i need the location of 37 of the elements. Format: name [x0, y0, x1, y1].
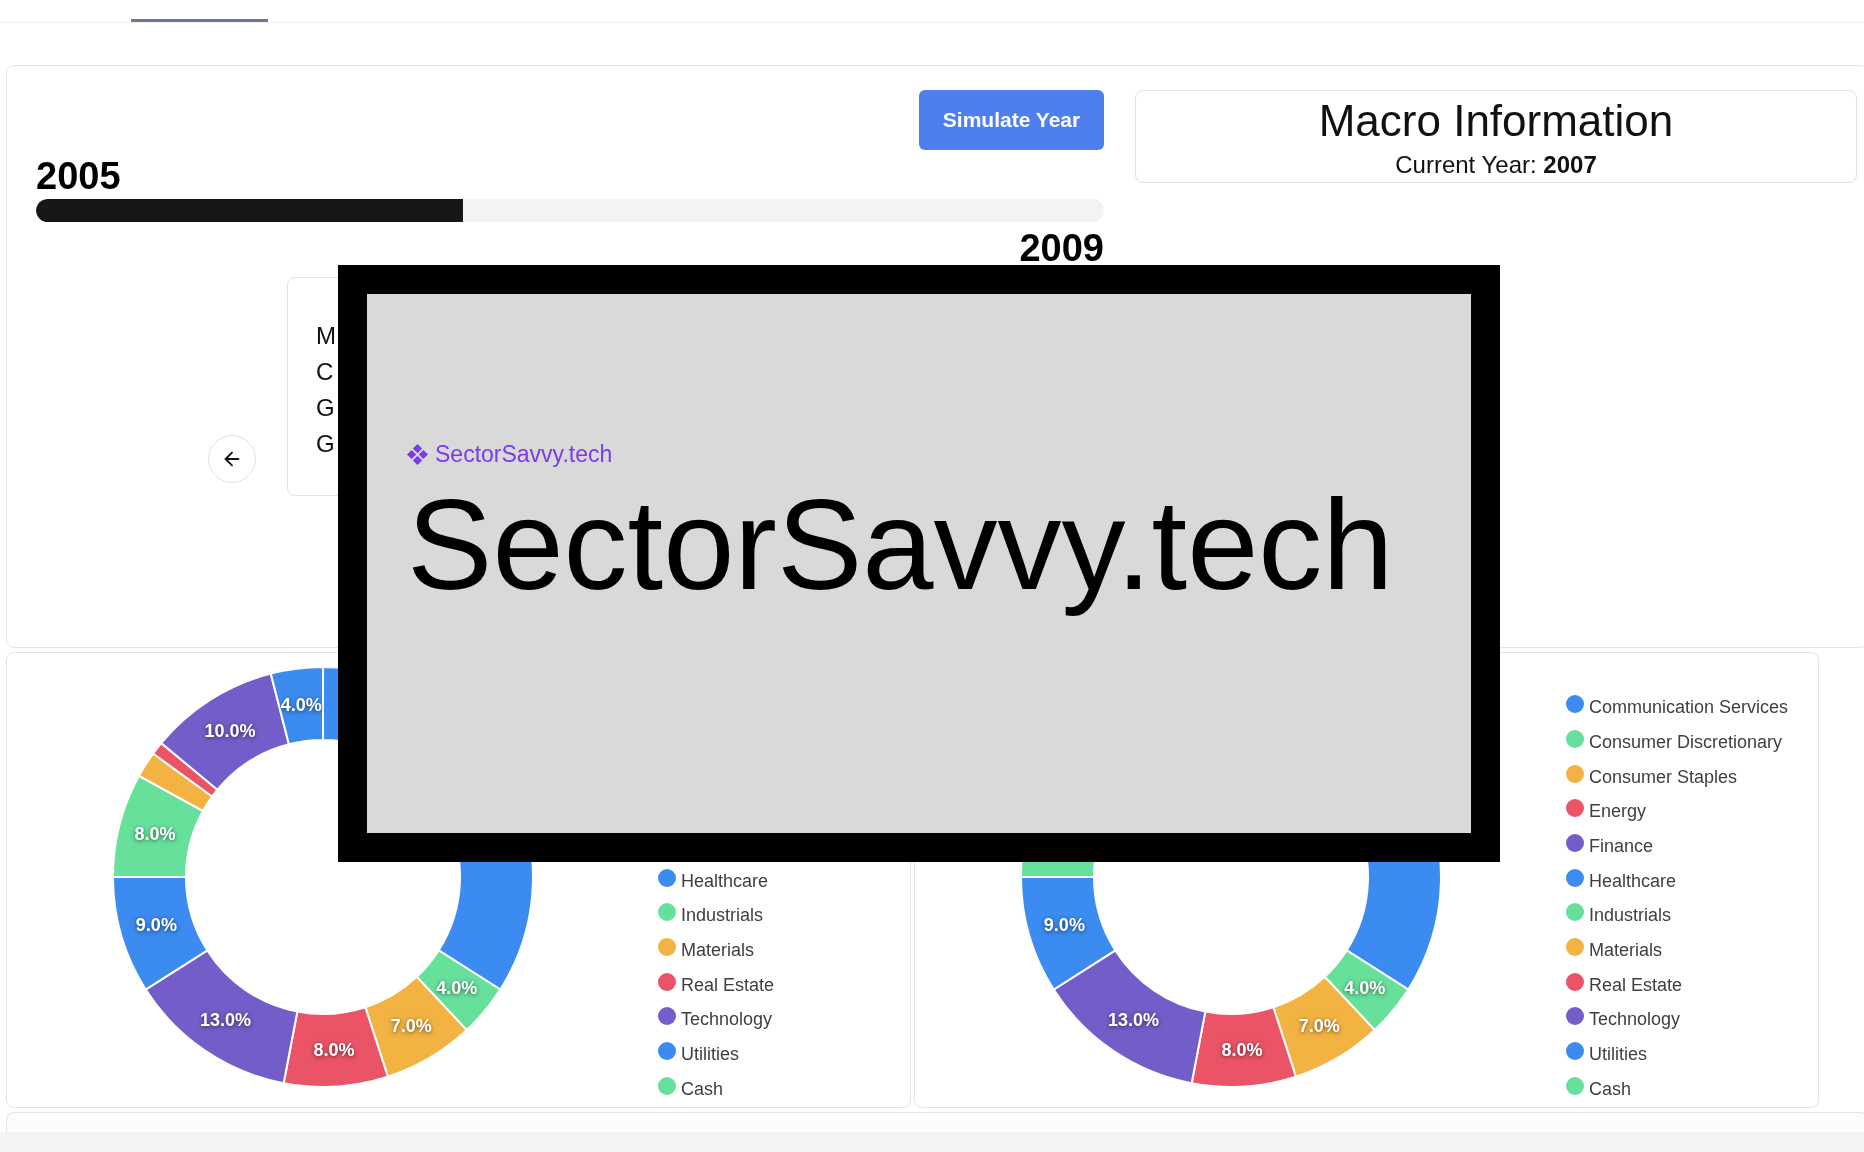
value-label: 4.0%	[1344, 977, 1386, 998]
info-text: G	[316, 429, 335, 459]
legend-label: Materials	[681, 938, 755, 961]
legend-label: Energy	[1589, 800, 1647, 823]
start-year: 2005	[36, 156, 121, 196]
legend-label: Technology	[681, 1008, 773, 1031]
value-label: 9.0%	[1043, 915, 1085, 936]
legend-label: Cash	[1589, 1077, 1632, 1100]
legend-label: Industrials	[681, 904, 764, 927]
info-text: G	[316, 393, 335, 423]
legend-label: Utilities	[1589, 1043, 1647, 1065]
legend-label: Materials	[1589, 938, 1663, 961]
legend-label: Healthcare	[1589, 869, 1677, 892]
legend-label: Healthcare	[681, 869, 769, 892]
brand-title: SectorSavvy.tech	[407, 472, 1395, 618]
simulate-year-button[interactable]: Simulate Year	[919, 90, 1104, 150]
legend-label: Real Estate	[681, 973, 775, 996]
legend-label: Industrials	[1589, 904, 1672, 927]
legend-label: Communication Services	[1589, 696, 1789, 719]
info-text: M	[316, 321, 336, 351]
diamond-cluster-icon	[407, 443, 428, 465]
current-year-text: Current Year: 2007	[1395, 151, 1597, 179]
legend-label: Cash	[681, 1077, 724, 1100]
legend-label: Consumer Discretionary	[1589, 730, 1783, 753]
legend-label: Utilities	[681, 1042, 739, 1065]
legend-label: Real Estate	[1589, 973, 1683, 996]
macro-title: Macro Information	[1318, 96, 1674, 146]
info-text: C	[316, 357, 334, 387]
value-label: 13.0%	[1107, 1010, 1159, 1031]
value-label: 8.0%	[1221, 1040, 1263, 1061]
value-label: 7.0%	[1298, 1016, 1340, 1037]
legend-label: Consumer Staples	[1589, 765, 1738, 788]
end-year: 2009	[1019, 228, 1104, 268]
legend-label: Finance	[1589, 834, 1654, 857]
previous-button[interactable]	[208, 435, 256, 483]
brand-label: SectorSavvy.tech	[435, 440, 613, 468]
legend-label: Technology	[1589, 1008, 1681, 1031]
